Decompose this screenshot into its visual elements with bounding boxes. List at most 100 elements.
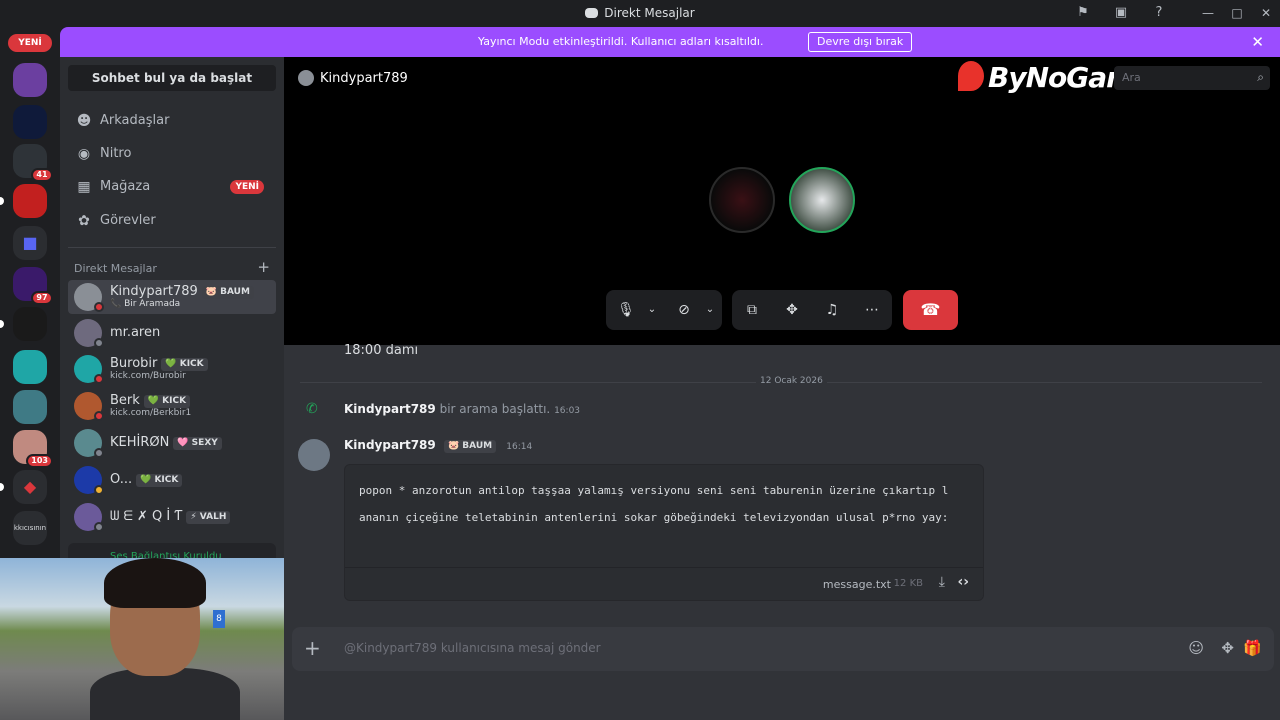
close-window-button[interactable]: ✕ bbox=[1256, 4, 1276, 22]
friends-icon: ☻ bbox=[76, 113, 92, 129]
soundboard-icon[interactable]: ♫ bbox=[822, 300, 842, 320]
file-attachment: popon * anzorotun antilop taşşaa yalamış… bbox=[344, 464, 984, 601]
dm-item[interactable]: Burobir 💚 KICK kick.com/Burobir bbox=[68, 352, 276, 386]
search-icon: ⌕ bbox=[1257, 70, 1264, 84]
server-tag: 🐷 BAUM bbox=[443, 440, 497, 453]
mention-badge: 41 bbox=[31, 168, 53, 182]
server-icon[interactable]: 97 bbox=[13, 267, 53, 305]
server-tag: 💚 KICK bbox=[143, 395, 191, 408]
status-indicator bbox=[94, 338, 104, 348]
road-sign: 8 bbox=[213, 610, 225, 628]
banner-close-icon[interactable]: ✕ bbox=[1251, 33, 1264, 51]
file-preview: popon * anzorotun antilop taşşaa yalamış… bbox=[359, 484, 949, 524]
unread-indicator bbox=[0, 197, 4, 205]
create-dm-icon[interactable]: + bbox=[257, 258, 270, 276]
gamepad-icon[interactable]: ◆ bbox=[13, 470, 47, 504]
avatar bbox=[298, 70, 314, 86]
screen-share-icon[interactable]: ⧉ bbox=[742, 300, 762, 320]
participant-avatar[interactable] bbox=[709, 167, 775, 233]
banner-message: Yayıncı Modu etkinleştirildi. Kullanıcı … bbox=[478, 35, 764, 48]
server-icon[interactable] bbox=[13, 390, 47, 424]
gift-icon[interactable]: 🎁 bbox=[1243, 639, 1262, 657]
discord-logo-icon bbox=[585, 8, 599, 18]
hang-up-button[interactable]: ☎ bbox=[903, 290, 958, 330]
message-timestamp: 16:14 bbox=[506, 442, 533, 452]
dm-item[interactable]: Berk 💚 KICK kick.com/Berkbir1 bbox=[68, 389, 276, 423]
download-icon[interactable]: ⤓ bbox=[939, 574, 945, 590]
server-icon[interactable]: 41 bbox=[13, 144, 53, 182]
search-input[interactable]: Ara ⌕ bbox=[1114, 66, 1270, 90]
call-actions: ⧉ ✥ ♫ ⋯ bbox=[732, 290, 892, 330]
camera-off-icon[interactable]: ⊘ bbox=[674, 300, 694, 320]
server-tag: 🐷 BAUM bbox=[201, 286, 254, 299]
dm-subtext: kick.com/Burobir bbox=[110, 371, 186, 381]
nitro-icon: ◉ bbox=[77, 146, 91, 162]
avatar[interactable] bbox=[298, 439, 330, 471]
flag-icon[interactable]: ⚑ bbox=[1075, 5, 1091, 21]
server-tag: 💚 KICK bbox=[136, 474, 183, 487]
apps-icon[interactable]: ✥ bbox=[1221, 639, 1234, 657]
server-icon[interactable] bbox=[13, 184, 47, 218]
expand-code-icon[interactable]: ‹› bbox=[957, 574, 969, 590]
message-input[interactable]: @Kindypart789 kullanıcısına mesaj gönder bbox=[344, 641, 601, 655]
maximize-button[interactable]: □ bbox=[1227, 4, 1247, 22]
participant-avatar-speaking[interactable] bbox=[789, 167, 855, 233]
status-indicator bbox=[94, 448, 104, 458]
message-composer[interactable]: + @Kindypart789 kullanıcısına mesaj gönd… bbox=[292, 627, 1274, 671]
chevron-down-icon[interactable]: ⌄ bbox=[642, 300, 662, 320]
mention-badge: 103 bbox=[26, 454, 53, 468]
dm-item[interactable]: O... 💚 KICK bbox=[68, 463, 276, 497]
server-icon[interactable] bbox=[13, 63, 47, 97]
minimize-button[interactable]: — bbox=[1198, 4, 1218, 22]
new-badge[interactable]: YENİ bbox=[8, 34, 52, 52]
dm-subtext: kick.com/Berkbir1 bbox=[110, 408, 192, 418]
nav-shop[interactable]: ▦ Mağaza YENİ bbox=[68, 171, 276, 203]
status-indicator bbox=[94, 302, 104, 312]
title-bar: Direkt Mesajlar ⚑ ▣ ? — □ ✕ bbox=[0, 0, 1280, 27]
server-tag: ⚡ VALH bbox=[186, 511, 231, 524]
activities-icon[interactable]: ✥ bbox=[782, 300, 802, 320]
server-icon[interactable]: 103 bbox=[13, 430, 53, 468]
nav-nitro[interactable]: ◉ Nitro bbox=[68, 138, 276, 170]
disable-streamer-mode-button[interactable]: Devre dışı bırak bbox=[808, 32, 913, 52]
unread-indicator bbox=[0, 320, 4, 328]
message-text: 18:00 damı bbox=[344, 343, 419, 358]
status-indicator bbox=[94, 374, 104, 384]
attach-plus-icon[interactable]: + bbox=[304, 636, 321, 660]
status-indicator bbox=[94, 411, 104, 421]
dm-section-header: Direkt Mesajlar bbox=[74, 262, 157, 275]
message-author[interactable]: Kindypart789 bbox=[344, 438, 436, 452]
dm-item[interactable]: mr.aren bbox=[68, 316, 276, 350]
server-icon[interactable]: kkıcısının bbox=[13, 511, 47, 545]
dm-item[interactable]: Kindypart789 🐷 BAUM 📞 Bir Aramada bbox=[68, 280, 276, 314]
phone-icon: ✆ bbox=[306, 401, 318, 417]
mention-badge: 97 bbox=[31, 291, 53, 305]
status-indicator bbox=[94, 522, 104, 532]
nav-friends[interactable]: ☻ Arkadaşlar bbox=[68, 105, 276, 137]
help-icon[interactable]: ? bbox=[1151, 5, 1167, 21]
webcam-overlay: 8 bbox=[0, 558, 290, 720]
microphone-icon[interactable]: 🎙 bbox=[616, 300, 636, 320]
chevron-down-icon[interactable]: ⌄ bbox=[700, 300, 720, 320]
folder-icon[interactable]: ■ bbox=[13, 226, 47, 260]
server-icon[interactable] bbox=[13, 350, 47, 384]
dm-item[interactable]: KEHİRØN 🩷 SEXY bbox=[68, 426, 276, 460]
file-name[interactable]: message.txt bbox=[823, 578, 891, 591]
emoji-icon[interactable]: ☺ bbox=[1188, 639, 1204, 657]
dm-item[interactable]: ᗯ ᗴ ✗ Q İ Ƭ ⚡ VALH bbox=[68, 500, 276, 534]
status-indicator bbox=[94, 485, 104, 495]
unread-indicator bbox=[0, 483, 4, 491]
find-conversation-button[interactable]: Sohbet bul ya da başlat bbox=[68, 65, 276, 91]
server-icon[interactable] bbox=[13, 105, 47, 139]
quests-icon: ✿ bbox=[78, 213, 90, 229]
brand-logo-icon bbox=[958, 61, 984, 91]
nav-quests[interactable]: ✿ Görevler bbox=[68, 205, 276, 237]
call-panel: Kindypart789 ByNoGame Ara ⌕ 🎙 ⌄ ⊘ ⌄ ⧉ ✥ … bbox=[284, 57, 1280, 345]
file-footer: message.txt 12 KB ⤓ ‹› bbox=[345, 567, 983, 600]
shop-icon: ▦ bbox=[77, 179, 91, 195]
server-icon[interactable] bbox=[13, 307, 47, 341]
more-icon[interactable]: ⋯ bbox=[862, 300, 882, 320]
system-message: ✆ Kindypart789 bir arama başlattı. 16:03 bbox=[306, 401, 581, 417]
call-channel-name: Kindypart789 bbox=[320, 71, 408, 86]
screen-share-icon[interactable]: ▣ bbox=[1113, 5, 1129, 21]
